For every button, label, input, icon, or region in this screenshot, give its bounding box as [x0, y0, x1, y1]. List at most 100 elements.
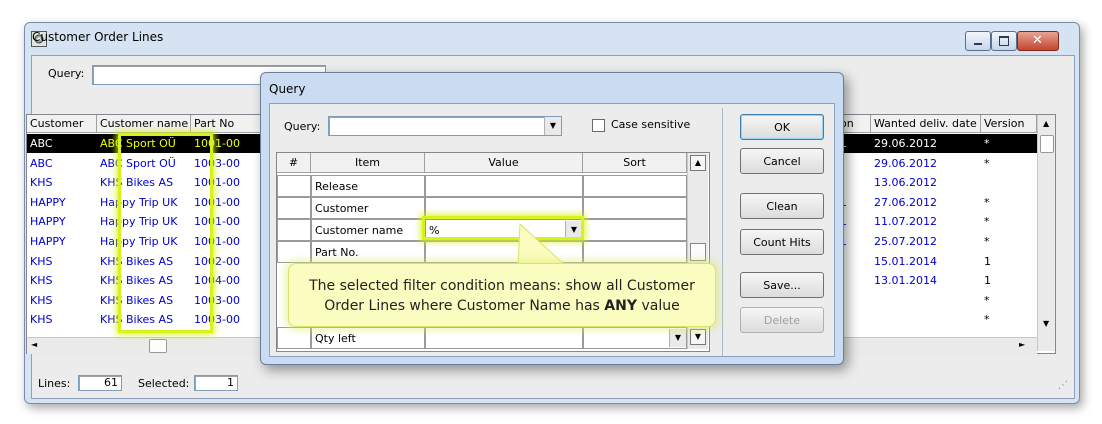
grid-cell-customer[interactable]: KHS [27, 271, 97, 290]
scroll-right-icon[interactable]: ► [1019, 340, 1025, 349]
grid-cell-part[interactable]: 1001-00 [191, 173, 261, 192]
grid-cell-name[interactable]: Happy Trip UK [97, 193, 191, 212]
column-header-customer[interactable]: Customer [27, 115, 97, 133]
ok-button[interactable]: OK [740, 114, 824, 140]
grid-cell-name[interactable]: Happy Trip UK [97, 232, 191, 251]
grid-cell-part[interactable]: 1003-00 [191, 310, 261, 329]
grid-cell-name[interactable]: ABC Sport OÜ [97, 134, 191, 153]
column-header-item: Item [311, 153, 425, 173]
dropdown-arrow-icon[interactable]: ▼ [544, 117, 561, 135]
grid-cell-part[interactable]: 1001-00 [191, 134, 261, 153]
grid-cell-date[interactable]: 11.07.2012 [871, 212, 981, 231]
scroll-left-icon[interactable]: ◄ [31, 340, 37, 349]
grid-cell-customer[interactable]: KHS [27, 173, 97, 192]
grid-cell-customer[interactable]: ABC [27, 154, 97, 173]
hscroll-thumb[interactable] [149, 339, 167, 353]
grid-cell-customer[interactable]: HAPPY [27, 232, 97, 251]
grid-cell-part[interactable]: 1002-00 [191, 252, 261, 271]
grid-cell-name[interactable]: Happy Trip UK [97, 212, 191, 231]
grid-cell-part[interactable]: 1001-00 [191, 232, 261, 251]
query-row-number [277, 175, 311, 197]
grid-cell-part[interactable]: 1003-00 [191, 154, 261, 173]
column-header-version[interactable]: Version [981, 115, 1037, 133]
query-sort-part-no[interactable] [583, 241, 687, 263]
dropdown-arrow-icon[interactable]: ▼ [669, 329, 686, 347]
grid-cell-date[interactable]: 13.01.2014 [871, 271, 981, 290]
column-header-wanted-deliv-date[interactable]: Wanted deliv. date [871, 115, 981, 133]
grid-cell-part[interactable]: 1003-00 [191, 291, 261, 310]
scroll-down-icon[interactable]: ▼ [690, 329, 706, 345]
grid-cell-customer[interactable]: ABC [27, 134, 97, 153]
grid-cell-version[interactable] [981, 173, 1037, 192]
grid-cell-name[interactable]: KHS Bikes AS [97, 252, 191, 271]
grid-cell-version[interactable]: * [981, 310, 1037, 329]
grid-cell-version[interactable]: * [981, 134, 1037, 153]
grid-cell-part[interactable]: 1001-00 [191, 193, 261, 212]
resize-grip-icon[interactable]: ⋰ [1058, 380, 1068, 391]
dialog-separator [722, 108, 723, 356]
query-sort-customer-name[interactable] [583, 219, 687, 241]
grid-cell-customer[interactable]: KHS [27, 310, 97, 329]
grid-cell-version[interactable]: * [981, 193, 1037, 212]
dialog-query-select[interactable]: ▼ [328, 116, 562, 136]
grid-cell-part[interactable]: 1001-00 [191, 212, 261, 231]
grid-cell-date[interactable] [871, 291, 981, 310]
grid-cell-customer[interactable]: KHS [27, 252, 97, 271]
grid-cell-date[interactable]: 13.06.2012 [871, 173, 981, 192]
scroll-thumb[interactable] [690, 243, 706, 261]
grid-cell-version[interactable]: * [981, 232, 1037, 251]
close-window-button[interactable]: ✕ [1017, 31, 1059, 51]
window-title: Customer Order Lines [32, 30, 164, 44]
query-sort-customer[interactable] [583, 197, 687, 219]
grid-cell-date[interactable]: 29.06.2012 [871, 154, 981, 173]
grid-cell-part[interactable]: 1004-00 [191, 271, 261, 290]
query-value-customer-name-text: % [429, 224, 440, 237]
query-item-customer-name: Customer name [311, 219, 425, 241]
grid-cell-date[interactable]: 15.01.2014 [871, 252, 981, 271]
grid-cell-date[interactable] [871, 310, 981, 329]
grid-cell-name[interactable]: ABC Sport OÜ [97, 154, 191, 173]
query-value-release[interactable] [425, 175, 583, 197]
query-sort-release[interactable] [583, 175, 687, 197]
scroll-up-icon[interactable]: ▲ [690, 155, 706, 171]
grid-cell-version[interactable]: * [981, 154, 1037, 173]
scroll-down-icon[interactable]: ▼ [1043, 319, 1049, 328]
case-sensitive-label: Case sensitive [611, 118, 691, 131]
grid-cell-date[interactable]: 27.06.2012 [871, 193, 981, 212]
grid-cell-version[interactable]: 1 [981, 271, 1037, 290]
grid-cell-customer[interactable]: HAPPY [27, 193, 97, 212]
query-value-customer[interactable] [425, 197, 583, 219]
maximize-button[interactable] [991, 31, 1017, 51]
grid-cell-date[interactable]: 29.06.2012 [871, 134, 981, 153]
grid-cell-name[interactable]: KHS Bikes AS [97, 310, 191, 329]
grid-cell-name[interactable]: KHS Bikes AS [97, 173, 191, 192]
maximize-icon [999, 36, 1009, 46]
grid-cell-customer[interactable]: HAPPY [27, 212, 97, 231]
grid-cell-name[interactable]: KHS Bikes AS [97, 271, 191, 290]
query-sort-qty-left[interactable]: ▼ [583, 327, 687, 349]
grid-cell-version[interactable]: * [981, 291, 1037, 310]
cancel-button[interactable]: Cancel [740, 148, 824, 174]
query-value-qty-left[interactable] [425, 327, 583, 349]
ok-label: OK [774, 121, 790, 134]
column-header-customer-name[interactable]: Customer name [97, 115, 191, 133]
grid-cell-customer[interactable]: KHS [27, 291, 97, 310]
column-header-part-no[interactable]: Part No [191, 115, 261, 133]
scroll-up-icon[interactable]: ▲ [1043, 119, 1049, 128]
case-sensitive-checkbox[interactable] [592, 119, 605, 132]
grid-cell-version[interactable]: * [981, 212, 1037, 231]
callout-line-2-prefix: Order Lines where Customer Name has [324, 298, 605, 314]
count-hits-button[interactable]: Count Hits [740, 229, 824, 255]
save-button[interactable]: Save... [740, 272, 824, 298]
query-row-number [277, 327, 311, 349]
column-header-sort: Sort [583, 153, 687, 173]
clean-button[interactable]: Clean [740, 193, 824, 219]
minimize-button[interactable] [965, 31, 991, 51]
scroll-thumb[interactable] [1040, 135, 1054, 153]
grid-cell-name[interactable]: KHS Bikes AS [97, 291, 191, 310]
dialog-title: Query [269, 82, 306, 96]
vertical-scrollbar[interactable]: ▲ ▼ [1037, 115, 1055, 351]
query-row-number [277, 241, 311, 263]
grid-cell-date[interactable]: 25.07.2012 [871, 232, 981, 251]
grid-cell-version[interactable]: 1 [981, 252, 1037, 271]
